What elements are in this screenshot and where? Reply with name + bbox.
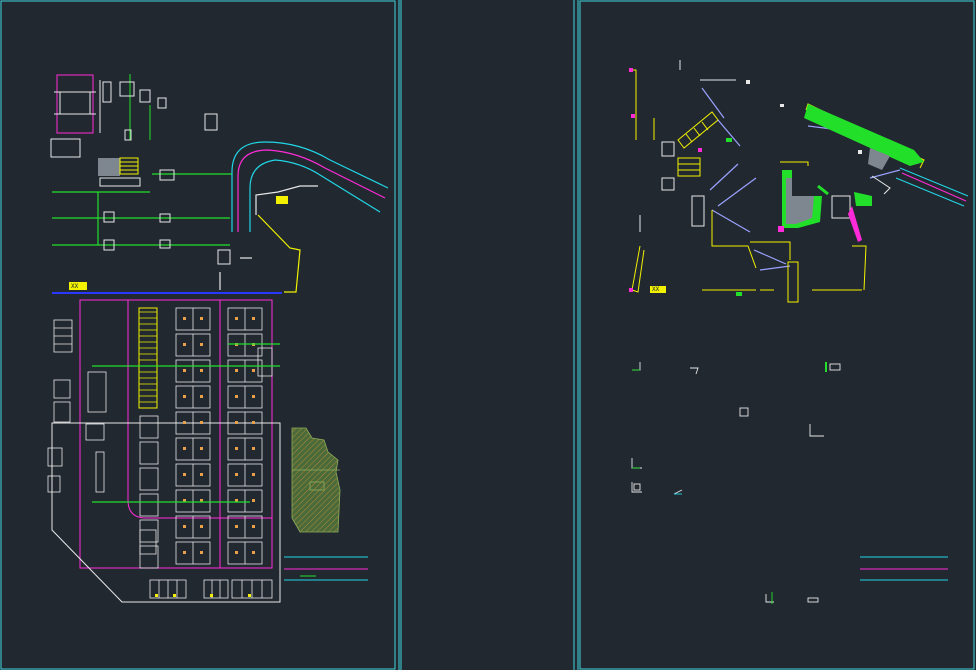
sheet-3-badge-text: XX [652,286,660,293]
stall-marker [183,447,186,450]
stall-marker [183,395,186,398]
stall-marker [183,473,186,476]
stall-marker [252,421,255,424]
stall-marker [235,447,238,450]
sheet-3-badge: XX [650,286,666,293]
stall-marker [235,317,238,320]
left-side-rooms [47,319,273,555]
detail-symbols [631,362,841,604]
stall-marker [183,421,186,424]
stall-marker [235,395,238,398]
east-curtain-wall [804,104,969,207]
stall-marker [200,473,203,476]
central-core [782,170,872,242]
parking-stall-single [139,467,159,491]
parking-stall-single [139,519,159,543]
lower-site-boundary [51,422,281,603]
stall-marker [252,551,255,554]
sheet-3-accents [698,80,862,296]
utility-lines [52,173,232,246]
stall-marker [252,499,255,502]
utility-fixtures [103,169,231,265]
sheet-3-title-block [860,556,948,581]
stall-marker [200,447,203,450]
stall-marker [183,343,186,346]
stall-marker [183,369,186,372]
stall-marker [235,369,238,372]
stall-marker [252,525,255,528]
stall-marker [200,395,203,398]
stall-marker [235,421,238,424]
stall-marker [252,395,255,398]
sheet-1-title-block [284,556,368,581]
sheet-1-badge-text: XX [71,283,79,290]
sheet-1-badge: XX [69,282,87,290]
parking-stall-single [139,441,159,465]
sheet-frames [0,0,975,670]
storage-accents [155,594,251,597]
stall-marker [183,317,186,320]
stall-marker [183,525,186,528]
sheet-1-drawing: XX [47,74,389,603]
stall-marker [200,551,203,554]
diagonal-stair [677,111,719,177]
top-room-block [50,74,218,158]
stall-marker [200,421,203,424]
corridors [701,87,901,271]
sheet-3-drawing: XX [629,60,969,604]
yellow-ramp-stripe [138,307,158,409]
stall-marker [252,473,255,476]
stall-marker [200,343,203,346]
stall-marker [235,473,238,476]
stair-core-block [98,157,141,187]
stall-marker [235,551,238,554]
stall-marker [200,317,203,320]
parking-stall-single [139,545,159,569]
stall-marker [200,369,203,372]
cad-drawing-canvas[interactable]: XX XX [0,0,976,670]
west-wall [630,69,655,293]
stall-marker [200,525,203,528]
parking-stall-single [139,415,159,439]
stall-marker [252,317,255,320]
landscape-block [291,427,341,533]
parking-stall-single [139,493,159,517]
access-ramp [219,141,389,293]
stall-marker [252,369,255,372]
stall-marker [252,447,255,450]
stall-marker [183,551,186,554]
west-accents [629,68,635,292]
stall-marker [235,525,238,528]
parking-stalls [139,307,263,569]
